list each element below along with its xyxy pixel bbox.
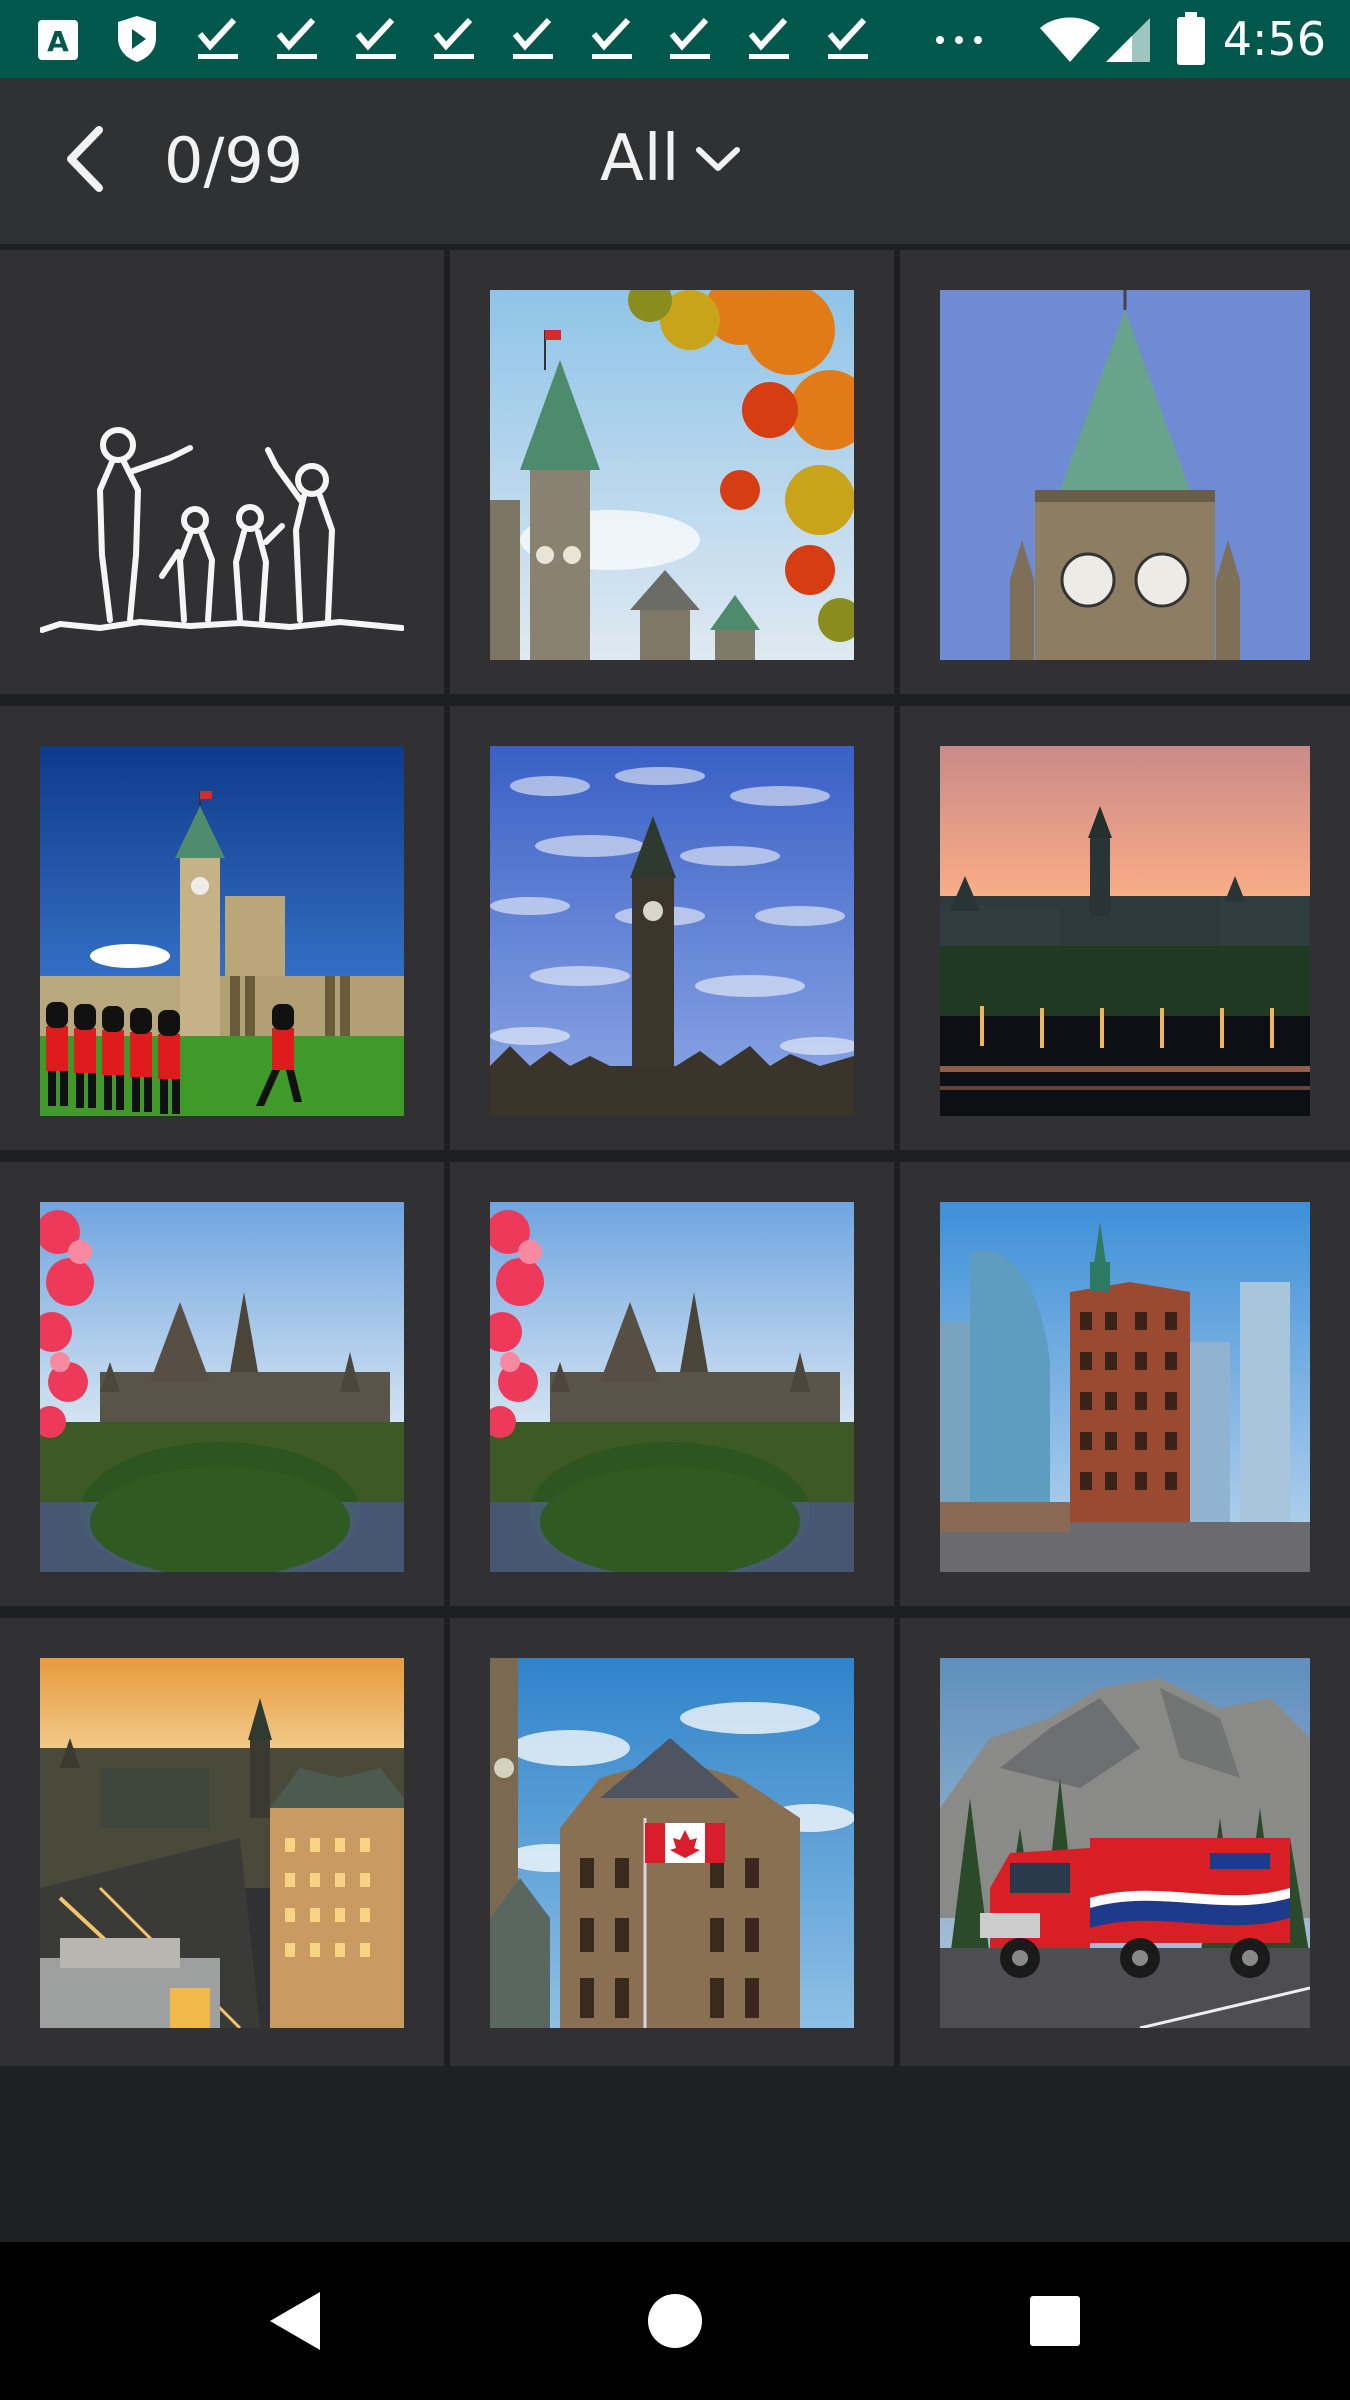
shield-play-icon: [118, 16, 156, 62]
photo-cell[interactable]: [0, 1162, 444, 1606]
check-icon: [748, 17, 789, 59]
photo-thumbnail: [490, 746, 854, 1116]
photo-thumbnail: [490, 1202, 854, 1572]
status-time: 4:56: [1222, 12, 1326, 66]
keyboard-a-icon: A: [38, 20, 78, 60]
check-icon: [827, 17, 868, 59]
photo-thumbnail: [940, 1658, 1310, 2028]
battery-icon: [1177, 12, 1205, 65]
photo-cell[interactable]: [450, 1162, 894, 1606]
album-filter-label: All: [600, 122, 680, 196]
photo-cell[interactable]: [900, 1618, 1350, 2066]
recents-square-icon: [1030, 2296, 1080, 2346]
photo-thumbnail: [40, 746, 404, 1116]
check-icon: [669, 17, 710, 59]
photo-cell[interactable]: [0, 250, 444, 694]
photo-cell[interactable]: [0, 1618, 444, 2066]
nav-home-button[interactable]: [625, 2276, 725, 2366]
home-circle-icon: [648, 2294, 702, 2348]
check-icon: [591, 17, 632, 59]
check-icon: [197, 17, 238, 59]
photo-thumbnail: [40, 290, 404, 654]
top-app-bar: 0/99 All: [0, 78, 1350, 244]
status-bar: A 4:56: [0, 0, 1350, 78]
chevron-down-icon: [696, 147, 741, 171]
selection-counter: 0/99: [164, 124, 304, 197]
photo-cell[interactable]: [450, 1618, 894, 2066]
photo-cell[interactable]: [900, 1162, 1350, 1606]
system-nav-bar: [0, 2242, 1350, 2400]
photo-thumbnail: [940, 746, 1310, 1116]
check-icon: [276, 17, 317, 59]
svg-text:A: A: [47, 25, 69, 58]
chevron-left-icon: [67, 126, 103, 192]
photo-cell[interactable]: [900, 706, 1350, 1150]
photo-grid: [0, 246, 1350, 2066]
photo-cell[interactable]: [900, 250, 1350, 694]
photo-thumbnail: [40, 1202, 404, 1572]
photo-thumbnail: [490, 290, 854, 660]
photo-cell[interactable]: [0, 706, 444, 1150]
wifi-icon: [1040, 17, 1100, 62]
photo-cell[interactable]: [450, 706, 894, 1150]
photo-thumbnail: [940, 290, 1310, 660]
nav-recents-button[interactable]: [1005, 2276, 1105, 2366]
back-button[interactable]: [44, 114, 124, 204]
grid-empty-area: [0, 2066, 1350, 2242]
cell-signal-icon: [1106, 18, 1150, 62]
photo-thumbnail: [490, 1658, 854, 2028]
nav-back-button[interactable]: [244, 2276, 344, 2366]
back-triangle-icon: [270, 2292, 320, 2350]
check-icon: [355, 17, 396, 59]
check-icon: [433, 17, 474, 59]
overflow-dots-icon: [936, 36, 982, 44]
photo-thumbnail: [40, 1658, 404, 2028]
check-icon: [512, 17, 553, 59]
photo-cell[interactable]: [450, 250, 894, 694]
album-filter-dropdown[interactable]: All: [600, 114, 743, 204]
photo-thumbnail: [940, 1202, 1310, 1572]
